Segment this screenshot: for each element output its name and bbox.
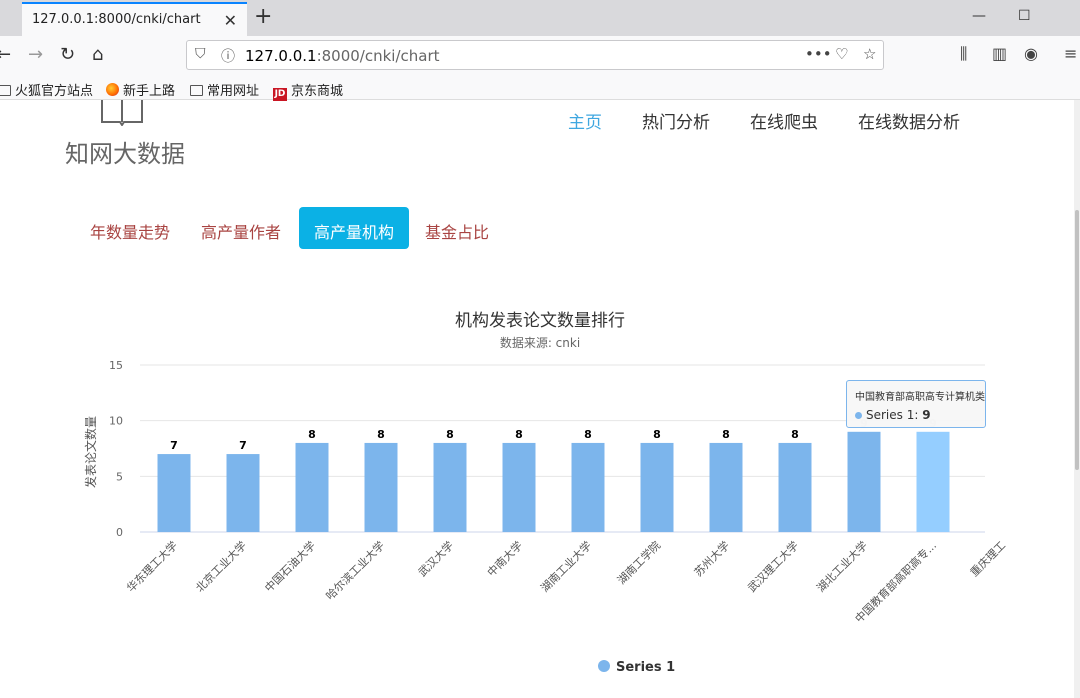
bar	[640, 442, 674, 532]
bar	[847, 431, 881, 532]
chart-tooltip: 中国教育部高职高专计算机类专业 Series 1: 9	[846, 380, 986, 428]
bar	[157, 454, 191, 532]
data-label: 7	[170, 439, 178, 452]
bar	[571, 442, 605, 532]
data-label: 8	[446, 428, 454, 441]
data-label: 8	[515, 428, 523, 441]
x-tick-label: 湖北工业大学	[814, 538, 871, 595]
bar	[295, 442, 329, 532]
data-label: 8	[308, 428, 316, 441]
bar	[433, 442, 467, 532]
x-tick-label: 哈尔滨工业大学	[323, 538, 387, 602]
x-tick-label: 武汉大学	[415, 538, 456, 579]
chart-legend[interactable]: Series 1	[598, 660, 675, 675]
tooltip-series: Series 1	[866, 408, 915, 422]
data-label: 8	[584, 428, 592, 441]
y-tick-label: 10	[109, 415, 123, 428]
data-label: 8	[377, 428, 385, 441]
data-label: 8	[653, 428, 661, 441]
tooltip-marker	[855, 412, 862, 419]
bar	[502, 442, 536, 532]
bar	[778, 442, 812, 532]
x-tick-label: 苏州大学	[691, 538, 732, 579]
x-tick-label: 湖南工业大学	[538, 538, 595, 595]
x-tick-label: 中国石油大学	[262, 538, 319, 595]
bar	[364, 442, 398, 532]
bar	[916, 431, 950, 532]
x-tick-label: 北京工业大学	[193, 538, 250, 595]
bar	[226, 454, 260, 532]
bar	[709, 442, 743, 532]
x-tick-label: 重庆理工	[967, 538, 1008, 579]
x-tick-label: 华东理工大学	[124, 538, 181, 595]
legend-marker	[598, 660, 610, 672]
y-tick-label: 0	[116, 526, 123, 539]
tooltip-title: 中国教育部高职高专计算机类专业	[855, 392, 985, 403]
tooltip-value: 9	[922, 408, 931, 422]
y-tick-label: 15	[109, 359, 123, 372]
data-label: 8	[722, 428, 730, 441]
bar-chart: 0 5 10 15 7 华东理工大学 7 北京工业大学 8 中国石油大学 8 哈尔滨工业大学 8 武汉大学…	[109, 359, 1008, 626]
y-tick-label: 5	[116, 470, 123, 483]
x-tick-label: 武汉理工大学	[745, 538, 802, 595]
data-label: 7	[239, 439, 247, 452]
x-tick-label: 湖南工学院	[614, 538, 663, 587]
data-label: 8	[791, 428, 799, 441]
x-tick-label: 中南大学	[484, 538, 525, 579]
